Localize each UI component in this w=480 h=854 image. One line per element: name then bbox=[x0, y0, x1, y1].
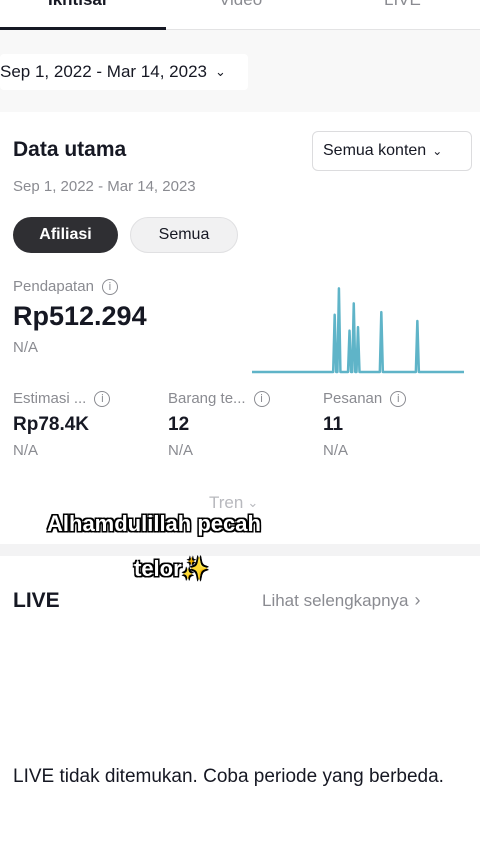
see-more-link[interactable]: Lihat selengkapnya › bbox=[262, 590, 421, 611]
content-filter-label: Semua konten bbox=[323, 142, 427, 159]
pill-affiliate[interactable]: Afiliasi bbox=[13, 217, 118, 253]
metric-value-barang: 12 bbox=[168, 414, 190, 435]
section-title: Data utama bbox=[13, 138, 127, 161]
revenue-label: Pendapatan i bbox=[13, 278, 118, 295]
info-icon[interactable]: i bbox=[101, 278, 118, 295]
chevron-right-icon: › bbox=[414, 590, 421, 610]
chevron-down-icon: ⌄ bbox=[432, 144, 443, 158]
tab-overview[interactable]: Ikhtisar bbox=[48, 0, 108, 10]
info-icon[interactable]: i bbox=[253, 390, 270, 407]
tab-bar: Ikhtisar Video LIVE bbox=[0, 0, 480, 30]
chevron-down-icon: ⌄ bbox=[214, 64, 226, 79]
trend-toggle[interactable]: Tren ⌄ bbox=[209, 493, 258, 513]
revenue-change: N/A bbox=[13, 339, 39, 356]
caption-line-2: telor✨ bbox=[134, 556, 210, 581]
live-section-title: LIVE bbox=[13, 589, 60, 612]
revenue-value: Rp512.294 bbox=[13, 301, 147, 331]
pill-all[interactable]: Semua bbox=[130, 217, 238, 253]
sparkline-series bbox=[252, 287, 464, 374]
live-empty-message: LIVE tidak ditemukan. Coba periode yang … bbox=[13, 766, 444, 787]
metric-change-pesanan: N/A bbox=[323, 442, 349, 459]
metric-label-pesanan: Pesanan i bbox=[323, 390, 407, 407]
date-range-text: Sep 1, 2022 - Mar 14, 2023 bbox=[13, 178, 196, 195]
metric-value-estimasi: Rp78.4K bbox=[13, 414, 90, 435]
metric-value-pesanan: 11 bbox=[323, 414, 344, 435]
section-divider bbox=[0, 544, 480, 556]
chevron-down-icon: ⌄ bbox=[247, 495, 259, 510]
date-filter-dropdown[interactable]: Sep 1, 2022 - Mar 14, 2023 ⌄ bbox=[0, 54, 248, 90]
metric-label-estimasi: Estimasi ... i bbox=[13, 390, 111, 407]
metric-label-barang: Barang te... i bbox=[168, 390, 270, 407]
date-filter-label: Sep 1, 2022 - Mar 14, 2023 bbox=[0, 62, 207, 81]
tab-live[interactable]: LIVE bbox=[384, 0, 421, 10]
revenue-sparkline bbox=[252, 287, 464, 374]
info-icon[interactable]: i bbox=[94, 390, 111, 407]
metric-change-estimasi: N/A bbox=[13, 442, 39, 459]
metric-change-barang: N/A bbox=[168, 442, 194, 459]
info-icon[interactable]: i bbox=[390, 390, 407, 407]
content-filter-dropdown[interactable]: Semua konten ⌄ bbox=[312, 131, 472, 171]
caption-line-1: Alhamdulillah pecah bbox=[47, 511, 261, 536]
tab-video[interactable]: Video bbox=[219, 0, 262, 10]
